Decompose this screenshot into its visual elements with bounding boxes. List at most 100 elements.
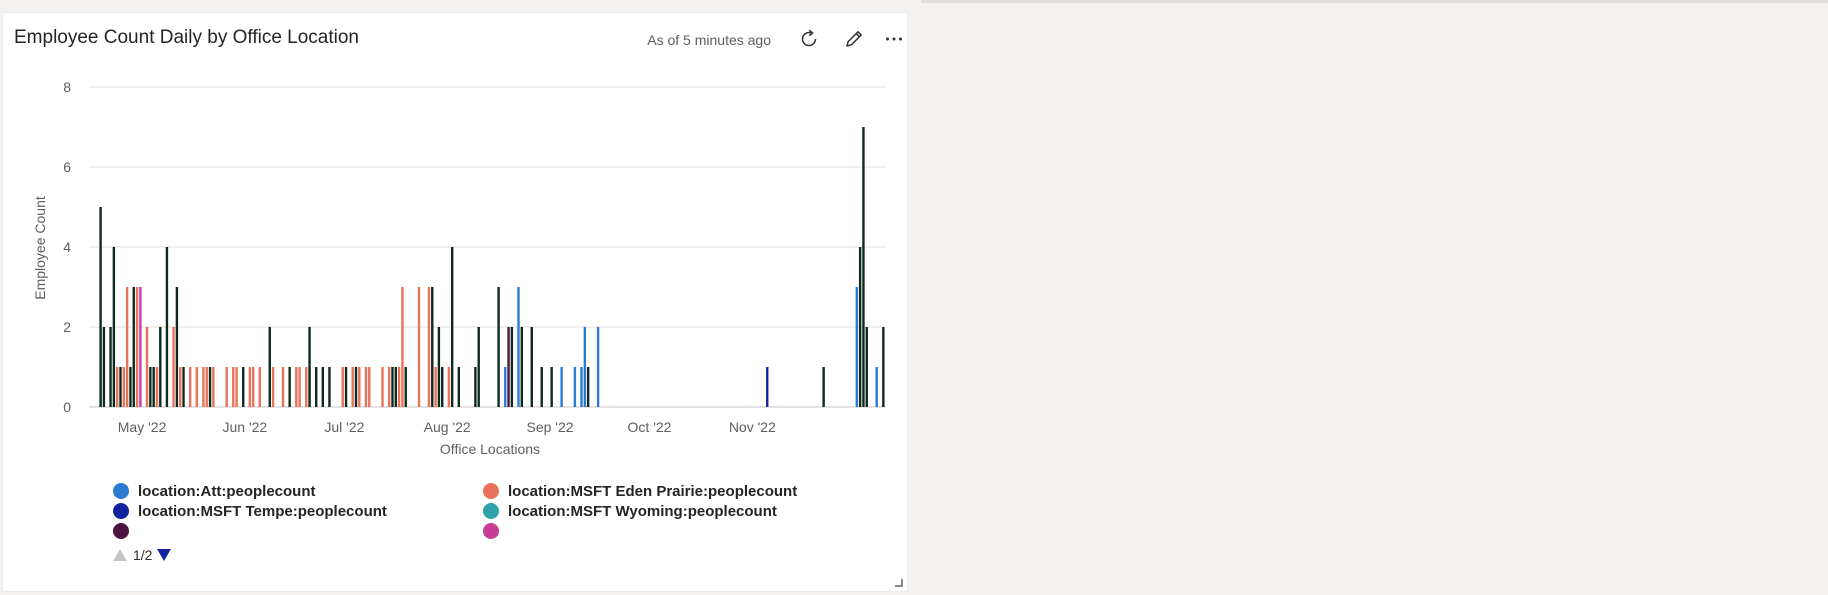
bar[interactable] xyxy=(477,327,480,407)
bar[interactable] xyxy=(251,367,255,407)
bar[interactable] xyxy=(404,367,407,407)
bar[interactable] xyxy=(305,367,308,407)
bar[interactable] xyxy=(271,367,275,407)
bar[interactable] xyxy=(135,287,139,407)
bar[interactable] xyxy=(387,367,391,407)
legend-item[interactable] xyxy=(113,521,138,539)
bar[interactable] xyxy=(182,367,185,407)
page-up-icon[interactable] xyxy=(112,548,128,562)
bar[interactable] xyxy=(202,367,205,407)
bar[interactable] xyxy=(497,287,500,407)
bar[interactable] xyxy=(268,327,271,407)
bar[interactable] xyxy=(504,367,507,407)
bar[interactable] xyxy=(129,367,132,407)
bar[interactable] xyxy=(474,367,477,407)
bar[interactable] xyxy=(431,287,434,407)
bar[interactable] xyxy=(109,327,112,407)
bar[interactable] xyxy=(865,327,868,407)
bar[interactable] xyxy=(368,367,371,407)
bar[interactable] xyxy=(397,367,401,407)
bar[interactable] xyxy=(510,327,514,407)
bar[interactable] xyxy=(155,367,159,407)
bar[interactable] xyxy=(596,327,600,407)
bar[interactable] xyxy=(125,287,129,407)
bar[interactable] xyxy=(242,367,245,407)
bar[interactable] xyxy=(149,367,152,407)
bar[interactable] xyxy=(281,367,285,407)
bar[interactable] xyxy=(560,367,563,407)
bar[interactable] xyxy=(102,327,106,407)
bar[interactable] xyxy=(583,327,587,407)
bar[interactable] xyxy=(208,367,212,407)
edit-button[interactable] xyxy=(836,23,872,55)
bar[interactable] xyxy=(116,367,119,407)
bar[interactable] xyxy=(139,287,142,407)
bar[interactable] xyxy=(328,367,331,407)
bar[interactable] xyxy=(822,367,825,407)
bar[interactable] xyxy=(351,367,354,407)
bar[interactable] xyxy=(855,287,858,407)
bar[interactable] xyxy=(441,367,444,407)
legend-item[interactable] xyxy=(483,521,508,539)
bar[interactable] xyxy=(112,247,116,407)
bar[interactable] xyxy=(341,367,344,407)
bar[interactable] xyxy=(145,327,149,407)
bar[interactable] xyxy=(507,327,510,407)
bar[interactable] xyxy=(573,367,577,407)
bar[interactable] xyxy=(858,247,862,407)
bar[interactable] xyxy=(358,367,361,407)
bar[interactable] xyxy=(122,367,126,407)
bar[interactable] xyxy=(165,247,169,407)
bar[interactable] xyxy=(354,367,358,407)
bar[interactable] xyxy=(882,327,885,407)
bar[interactable] xyxy=(344,367,348,407)
bar[interactable] xyxy=(530,327,533,407)
bar[interactable] xyxy=(172,327,175,407)
bar[interactable] xyxy=(315,367,318,407)
bar[interactable] xyxy=(152,367,155,407)
bar[interactable] xyxy=(119,367,122,407)
bar[interactable] xyxy=(520,327,524,407)
bar[interactable] xyxy=(99,207,102,407)
bar[interactable] xyxy=(188,367,192,407)
bar[interactable] xyxy=(288,367,291,407)
bar[interactable] xyxy=(447,367,451,407)
legend-item[interactable]: location:MSFT Tempe:peoplecount xyxy=(113,501,387,521)
bar[interactable] xyxy=(766,367,769,407)
bar[interactable] xyxy=(232,367,235,407)
legend-item[interactable]: location:MSFT Wyoming:peoplecount xyxy=(483,501,777,521)
bar[interactable] xyxy=(364,367,368,407)
bar[interactable] xyxy=(434,367,437,407)
bar[interactable] xyxy=(295,367,298,407)
bar[interactable] xyxy=(235,367,238,407)
bar[interactable] xyxy=(175,287,179,407)
bar[interactable] xyxy=(437,327,441,407)
bar[interactable] xyxy=(540,367,543,407)
bar[interactable] xyxy=(427,287,431,407)
bar[interactable] xyxy=(417,287,421,407)
legend-item[interactable]: location:Att:peoplecount xyxy=(113,481,315,501)
bar[interactable] xyxy=(875,367,878,407)
bar[interactable] xyxy=(450,247,454,407)
bar[interactable] xyxy=(179,367,182,407)
bar[interactable] xyxy=(205,367,208,407)
bar[interactable] xyxy=(394,367,397,407)
bar[interactable] xyxy=(321,367,325,407)
resize-handle-icon[interactable] xyxy=(893,577,903,587)
bar[interactable] xyxy=(195,367,198,407)
bar[interactable] xyxy=(580,367,583,407)
page-down-icon[interactable] xyxy=(156,548,172,562)
bar[interactable] xyxy=(586,367,590,407)
legend-item[interactable]: location:MSFT Eden Prairie:peoplecount xyxy=(483,481,797,501)
bar[interactable] xyxy=(225,367,228,407)
bar[interactable] xyxy=(517,287,520,407)
bar[interactable] xyxy=(132,287,135,407)
bar[interactable] xyxy=(258,367,261,407)
bar[interactable] xyxy=(298,367,301,407)
bar[interactable] xyxy=(308,327,311,407)
bar[interactable] xyxy=(401,287,404,407)
bar[interactable] xyxy=(862,127,865,407)
bar[interactable] xyxy=(391,367,394,407)
bar[interactable] xyxy=(212,367,215,407)
bar[interactable] xyxy=(457,367,460,407)
